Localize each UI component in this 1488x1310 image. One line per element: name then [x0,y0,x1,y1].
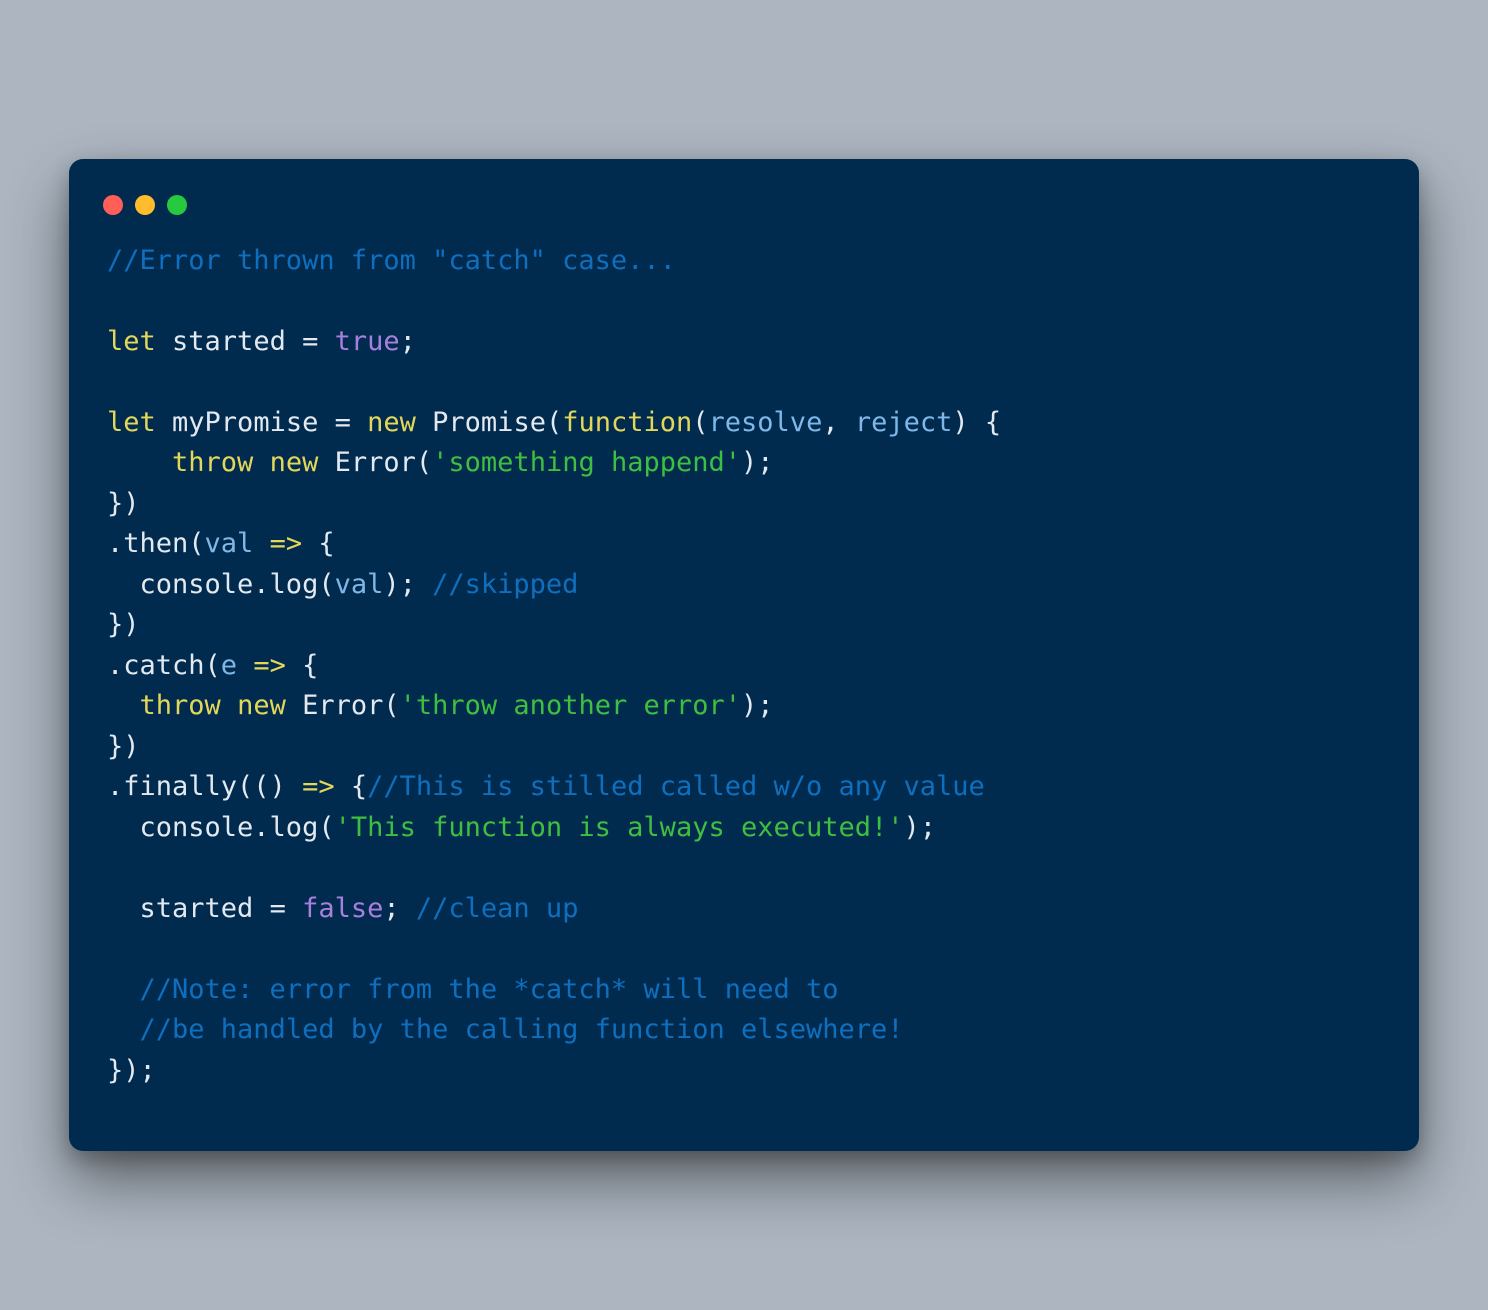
code-line [107,281,1381,322]
code-token: Error( [286,690,400,721]
code-token: { [302,528,335,559]
window-titlebar [69,195,1419,241]
code-token: console.log( [107,569,335,600]
code-token: .then( [107,528,205,559]
code-token [107,447,172,478]
code-token: let [107,326,156,357]
code-token [237,650,253,681]
code-token: reject [855,407,953,438]
code-token [221,690,237,721]
code-token: = [270,893,286,924]
code-token: false [302,893,383,924]
code-token: new [270,447,319,478]
code-line: .catch(e => { [107,646,1381,687]
code-token: throw [172,447,253,478]
code-token: = [302,326,318,357]
code-token: ; [383,893,416,924]
minimize-icon[interactable] [135,195,155,215]
code-token [253,447,269,478]
code-token: ); [383,569,432,600]
code-token: val [205,528,254,559]
code-token: ); [904,812,937,843]
code-token: .catch( [107,650,221,681]
code-token: => [253,650,286,681]
code-token: resolve [709,407,823,438]
code-token: ) { [952,407,1001,438]
code-line: }); [107,1051,1381,1092]
code-token: 'throw another error' [400,690,741,721]
code-token: }); [107,1055,156,1086]
code-token [286,893,302,924]
code-line: }) [107,727,1381,768]
code-token: ; [400,326,416,357]
code-token: => [270,528,303,559]
code-line: //Error thrown from "catch" case... [107,241,1381,282]
code-token: , [822,407,855,438]
code-token: throw [140,690,221,721]
code-token: true [335,326,400,357]
code-line: //be handled by the calling function els… [107,1010,1381,1051]
code-token: //be handled by the calling function els… [140,1014,904,1045]
code-token: started [156,326,302,357]
code-token: Error( [318,447,432,478]
code-token [107,974,140,1005]
code-line: //Note: error from the *catch* will need… [107,970,1381,1011]
code-token: ( [692,407,708,438]
code-token: ); [741,447,774,478]
code-token: }) [107,488,140,519]
code-line: }) [107,605,1381,646]
code-token: => [302,771,335,802]
code-token: ); [741,690,774,721]
code-token: console.log( [107,812,335,843]
code-token: let [107,407,156,438]
code-token: //skipped [432,569,578,600]
code-line [107,848,1381,889]
code-window: //Error thrown from "catch" case... let … [69,159,1419,1152]
close-icon[interactable] [103,195,123,215]
code-line: console.log('This function is always exe… [107,808,1381,849]
code-token [107,690,140,721]
code-line: throw new Error('throw another error'); [107,686,1381,727]
code-token: new [237,690,286,721]
code-line: let started = true; [107,322,1381,363]
code-token: function [562,407,692,438]
code-token: 'something happend' [432,447,741,478]
maximize-icon[interactable] [167,195,187,215]
code-line: }) [107,484,1381,525]
code-token: new [367,407,416,438]
code-token: //Error thrown from "catch" case... [107,245,676,276]
code-token: .finally(() [107,771,302,802]
code-token: val [335,569,384,600]
code-token: }) [107,731,140,762]
code-line [107,362,1381,403]
code-token: //Note: error from the *catch* will need… [140,974,839,1005]
code-line: started = false; //clean up [107,889,1381,930]
code-line: .then(val => { [107,524,1381,565]
code-line: throw new Error('something happend'); [107,443,1381,484]
code-line: console.log(val); //skipped [107,565,1381,606]
code-token: { [286,650,319,681]
code-token: Promise( [416,407,562,438]
code-block: //Error thrown from "catch" case... let … [69,241,1419,1092]
code-token [253,528,269,559]
code-token: myPromise [156,407,335,438]
code-token [318,326,334,357]
code-token: = [335,407,351,438]
code-token: { [335,771,368,802]
code-token: //clean up [416,893,579,924]
code-token [351,407,367,438]
code-token [107,1014,140,1045]
code-line [107,929,1381,970]
code-line: .finally(() => {//This is stilled called… [107,767,1381,808]
code-token: //This is stilled called w/o any value [367,771,985,802]
code-line: let myPromise = new Promise(function(res… [107,403,1381,444]
code-token: started [107,893,270,924]
code-token: }) [107,609,140,640]
code-token: 'This function is always executed!' [335,812,904,843]
code-token: e [221,650,237,681]
